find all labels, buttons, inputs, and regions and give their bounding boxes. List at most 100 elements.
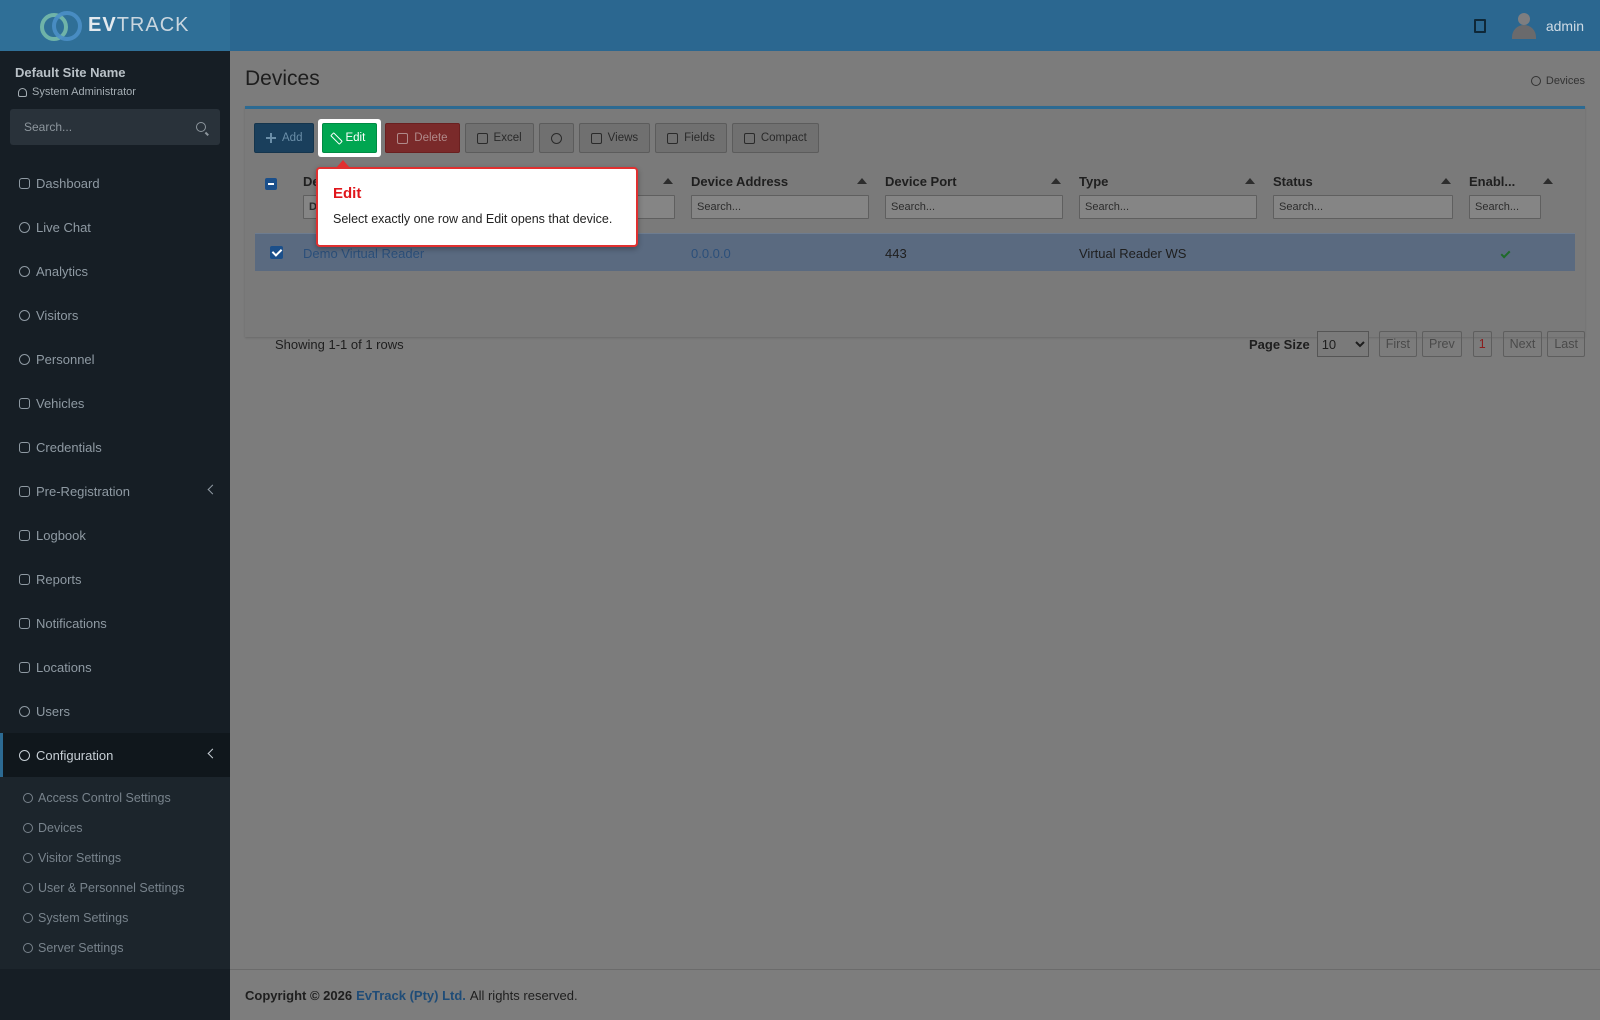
column-device-port[interactable]: Device Port Search...: [885, 167, 1063, 219]
delete-button[interactable]: Delete: [385, 123, 460, 153]
filter-input-status[interactable]: Search...: [1273, 195, 1453, 219]
filter-input-device-address[interactable]: Search...: [691, 195, 869, 219]
user-menu[interactable]: admin: [1511, 12, 1584, 39]
company-link[interactable]: EvTrack (Pty) Ltd.: [356, 988, 466, 1003]
server-icon: [23, 943, 33, 953]
sidebar-nav: Dashboard Live Chat Analytics Visitors P…: [0, 161, 230, 969]
edit-button-highlight: Edit: [318, 119, 382, 157]
sort-icon[interactable]: [663, 178, 673, 184]
sidebar-item-visitors[interactable]: Visitors: [0, 293, 230, 337]
add-button[interactable]: Add: [254, 123, 315, 153]
sidebar-item-analytics[interactable]: Analytics: [0, 249, 230, 293]
fields-button[interactable]: Fields: [655, 123, 727, 153]
logo-icon: [40, 10, 82, 41]
rights-text: All rights reserved.: [469, 987, 578, 1003]
avatar: [1511, 12, 1536, 39]
sort-icon[interactable]: [1441, 178, 1451, 184]
sort-icon[interactable]: [857, 178, 867, 184]
sidebar-sub-access-control[interactable]: Access Control Settings: [0, 783, 230, 813]
views-button[interactable]: Views: [578, 123, 651, 153]
car-icon: [19, 397, 30, 409]
sidebar-item-notifications[interactable]: Notifications: [0, 601, 230, 645]
cell-device-address: 0.0.0.0: [691, 245, 731, 261]
column-enabled[interactable]: Enabl... Search...: [1469, 167, 1553, 219]
filter-input-device-port[interactable]: Search...: [885, 195, 1063, 219]
sidebar-sub-user-personnel[interactable]: User & Personnel Settings: [0, 873, 230, 903]
page-title: Devices: [245, 67, 320, 90]
search-icon[interactable]: [196, 122, 206, 132]
sidebar-sub-devices[interactable]: Devices: [0, 813, 230, 843]
filter-input-enabled[interactable]: Search...: [1469, 195, 1541, 219]
logo-text: EVTRACK: [88, 14, 190, 36]
table-icon: [476, 132, 488, 144]
gear-icon: [1530, 76, 1541, 86]
page-size-select[interactable]: 10: [1316, 331, 1369, 357]
first-page-button[interactable]: First: [1378, 331, 1417, 357]
sort-icon[interactable]: [1051, 178, 1061, 184]
page-size-label: Page Size: [1248, 336, 1310, 352]
excel-button[interactable]: Excel: [464, 123, 534, 153]
sidebar-search-input[interactable]: Search...: [10, 109, 220, 145]
sidebar-item-locations[interactable]: Locations: [0, 645, 230, 689]
sidebar-item-dashboard[interactable]: Dashboard: [0, 161, 230, 205]
user-role: System Administrator: [0, 80, 230, 98]
column-device-address[interactable]: Device Address Search...: [691, 167, 869, 219]
message-icon: [19, 617, 30, 629]
sidebar-item-personnel[interactable]: Personnel: [0, 337, 230, 381]
edit-button[interactable]: Edit: [322, 123, 378, 153]
next-page-button[interactable]: Next: [1502, 331, 1543, 357]
map-icon: [19, 661, 30, 673]
last-page-button[interactable]: Last: [1547, 331, 1585, 357]
lock-icon: [23, 793, 33, 803]
grid-footer: Showing 1-1 of 1 rows Page Size 10 First…: [265, 329, 1585, 359]
arrows-icon: [19, 485, 30, 497]
select-all-checkbox[interactable]: [265, 178, 277, 190]
prev-page-button[interactable]: Prev: [1422, 331, 1462, 357]
chevron-left-icon: [207, 484, 218, 495]
sidebar-sub-visitor-settings[interactable]: Visitor Settings: [0, 843, 230, 873]
gear-icon: [23, 823, 33, 833]
check-icon: [1500, 248, 1511, 258]
sidebar-item-vehicles[interactable]: Vehicles: [0, 381, 230, 425]
list-icon: [743, 132, 755, 144]
users-icon: [19, 705, 30, 717]
current-page-button[interactable]: 1: [1472, 331, 1492, 357]
grid-toolbar: Add Edit Delete Excel Views Fields Compa…: [254, 119, 819, 157]
sidebar-item-live-chat[interactable]: Live Chat: [0, 205, 230, 249]
edit-tooltip: Edit Select exactly one row and Edit ope…: [316, 160, 638, 247]
row-count-text: Showing 1-1 of 1 rows: [275, 336, 404, 352]
row-checkbox[interactable]: [270, 246, 283, 259]
sort-icon[interactable]: [1543, 178, 1553, 184]
tooltip-title: Edit: [333, 185, 362, 202]
book-icon[interactable]: [1473, 18, 1486, 33]
column-type[interactable]: Type Search...: [1079, 167, 1257, 219]
sidebar-item-logbook[interactable]: Logbook: [0, 513, 230, 557]
sidebar: Default Site Name System Administrator S…: [0, 51, 230, 1020]
tooltip-body: Select exactly one row and Edit opens th…: [333, 212, 613, 226]
sidebar-item-reports[interactable]: Reports: [0, 557, 230, 601]
breadcrumb[interactable]: Devices: [1530, 75, 1585, 87]
compact-button[interactable]: Compact: [731, 123, 819, 153]
configuration-submenu: Access Control Settings Devices Visitor …: [0, 777, 230, 969]
people-icon: [19, 353, 30, 365]
target-icon: [19, 265, 30, 277]
column-status[interactable]: Status Search...: [1273, 167, 1453, 219]
site-name: Default Site Name: [15, 65, 126, 80]
sidebar-sub-system-settings[interactable]: System Settings: [0, 903, 230, 933]
refresh-button[interactable]: [538, 123, 574, 153]
id-card-icon: [19, 441, 30, 453]
filter-input-type[interactable]: Search...: [1079, 195, 1257, 219]
copyright-text: Copyright © 2026: [245, 987, 353, 1003]
chevron-left-icon: [207, 748, 218, 759]
sidebar-item-users[interactable]: Users: [0, 689, 230, 733]
page-footer: Copyright © 2026 EvTrack (Pty) Ltd. All …: [230, 969, 1600, 1020]
sort-icon[interactable]: [1245, 178, 1255, 184]
cell-type: Virtual Reader WS: [1079, 245, 1187, 261]
brand-logo[interactable]: EVTRACK: [0, 0, 230, 51]
sidebar-sub-server-settings[interactable]: Server Settings: [0, 933, 230, 963]
sidebar-item-pre-registration[interactable]: Pre-Registration: [0, 469, 230, 513]
sidebar-item-credentials[interactable]: Credentials: [0, 425, 230, 469]
sliders-icon: [23, 913, 33, 923]
sidebar-item-configuration[interactable]: Configuration: [0, 733, 230, 777]
dashboard-icon: [19, 177, 30, 189]
